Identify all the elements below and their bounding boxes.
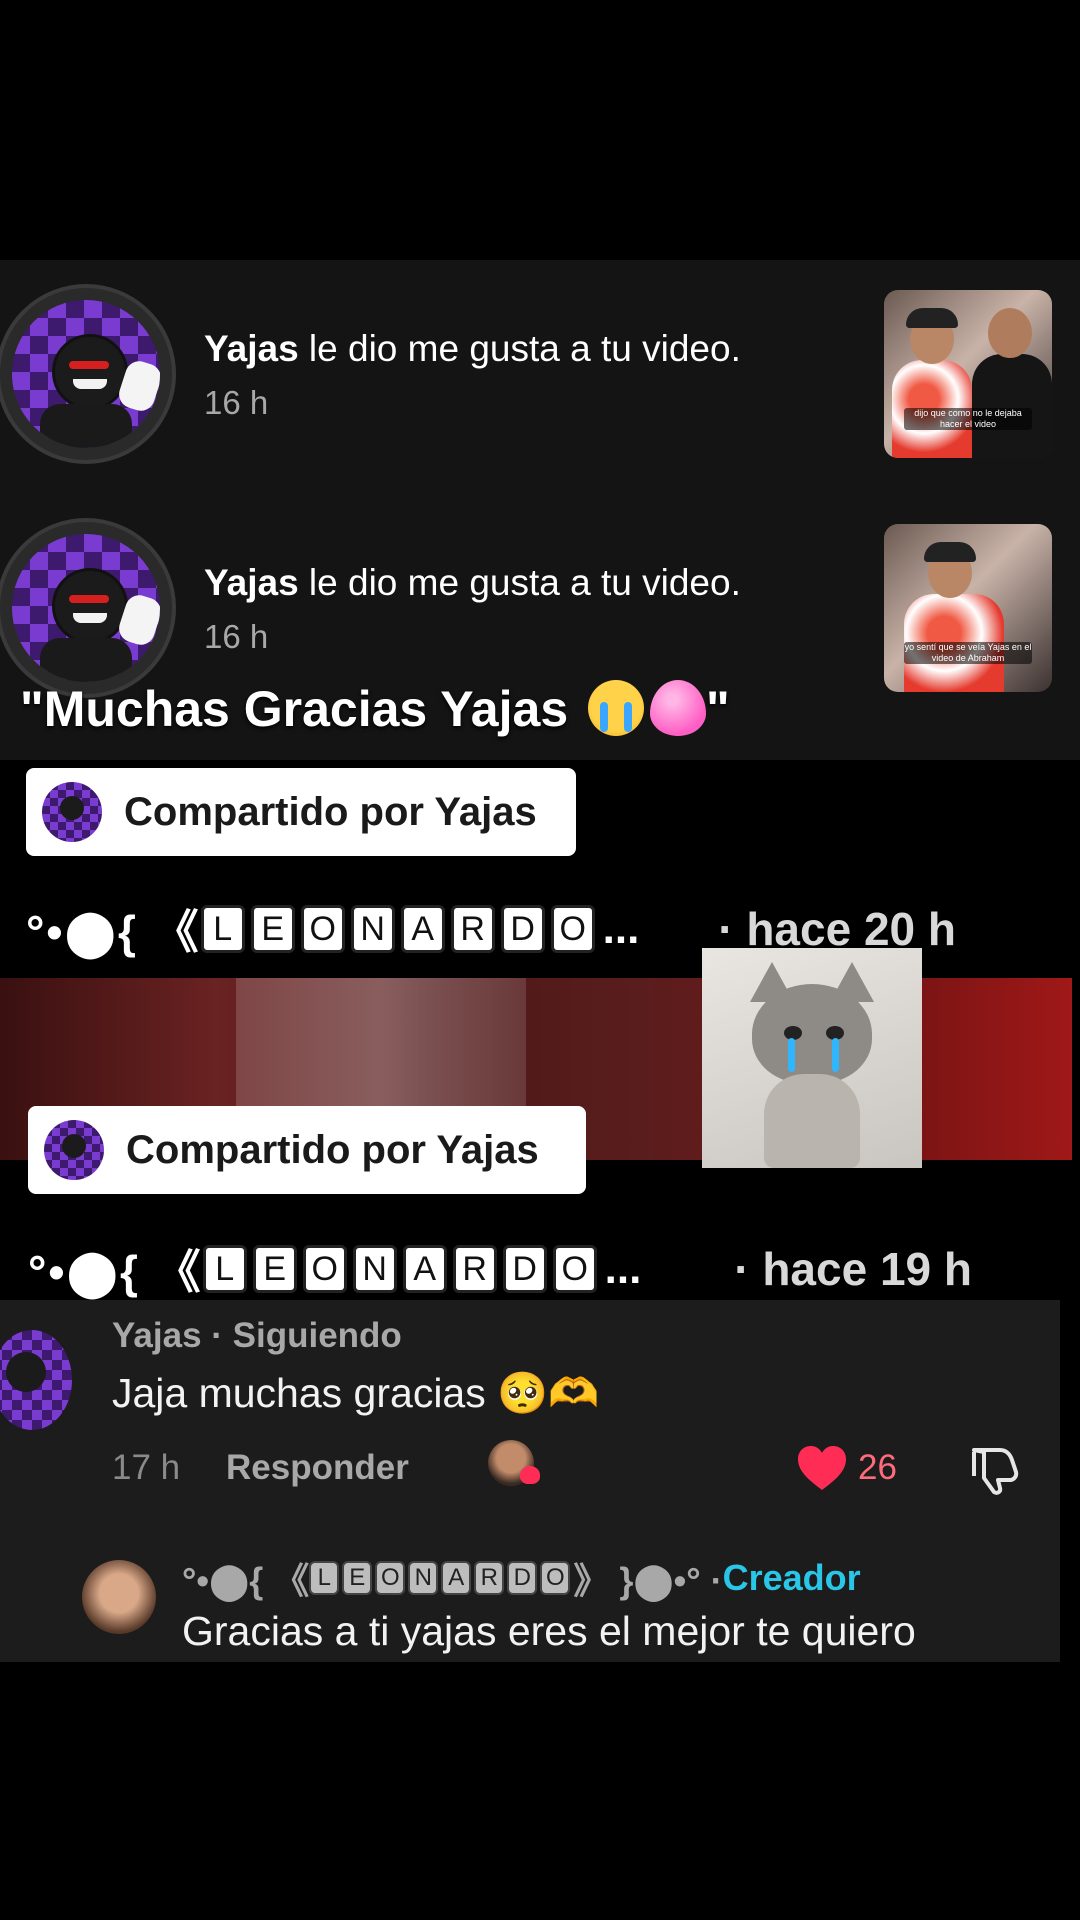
notification-user: Yajas: [204, 562, 299, 603]
letter-box: N: [350, 905, 395, 953]
letter-box: O: [552, 1245, 597, 1293]
letter-box: L: [309, 1561, 340, 1595]
heart-icon[interactable]: [796, 1444, 848, 1492]
comment-text: Jaja muchas gracias 🥺🫶: [112, 1370, 600, 1416]
letter-box: E: [252, 1245, 297, 1293]
letter-box: N: [408, 1561, 439, 1595]
letter-box: L: [202, 1245, 247, 1293]
username-prefix: °•⬤{ 《: [182, 1560, 310, 1601]
letter-box: L: [200, 905, 245, 953]
shared-by-badge[interactable]: Compartido por Yajas: [26, 768, 576, 856]
letter-box: D: [500, 905, 545, 953]
avatar[interactable]: [82, 1560, 156, 1634]
username-prefix: °•⬤{ 《: [26, 906, 201, 958]
video-thumbnail[interactable]: yo sentí que se veía Yajas en el video d…: [884, 524, 1052, 692]
username-prefix: °•⬤{ 《: [28, 1246, 203, 1298]
letter-box: A: [400, 905, 445, 953]
timestamp: · hace 19 h: [734, 1243, 972, 1295]
caption-quote: ": [706, 681, 730, 737]
letter-box: E: [250, 905, 295, 953]
heart-badge-icon: [520, 1466, 540, 1484]
username-suffix: 》 }⬤•° ·: [573, 1560, 723, 1601]
letter-box: N: [352, 1245, 397, 1293]
reply-author[interactable]: °•⬤{ 《 L E O N A R D O 》 }⬤•° · Creador: [182, 1552, 861, 1604]
avatar[interactable]: [0, 284, 176, 464]
letter-box: R: [450, 905, 495, 953]
shared-by-badge[interactable]: Compartido por Yajas: [28, 1106, 586, 1194]
letter-box: D: [507, 1561, 538, 1595]
video-thumbnail[interactable]: dijo que como no le dejaba hacer el vide…: [884, 290, 1052, 458]
comment-time: 17 h: [112, 1448, 181, 1487]
letter-box: O: [550, 905, 595, 953]
like-count: 26: [858, 1448, 897, 1487]
letter-box: O: [540, 1561, 571, 1595]
crying-face-icon: [588, 680, 645, 736]
notification-row[interactable]: Yajas le dio me gusta a tu video. 16 h d…: [0, 284, 1080, 464]
thumbnail-caption: yo sentí que se veía Yajas en el video d…: [904, 642, 1032, 664]
letter-box: O: [302, 1245, 347, 1293]
notification-action: le dio me gusta a tu video.: [298, 562, 741, 603]
notification-action: le dio me gusta a tu video.: [298, 328, 741, 369]
letter-box: O: [300, 905, 345, 953]
notification-row[interactable]: Yajas le dio me gusta a tu video. 16 h y…: [0, 518, 1080, 698]
letter-box: R: [474, 1561, 505, 1595]
letter-box: D: [502, 1245, 547, 1293]
letter-box: O: [375, 1561, 406, 1595]
thumbnail-caption: dijo que como no le dejaba hacer el vide…: [904, 408, 1032, 430]
letter-box: E: [342, 1561, 373, 1595]
reply-text: Gracias a ti yajas eres el mejor te quie…: [182, 1608, 916, 1654]
avatar: [44, 1120, 104, 1180]
shared-by-label: Compartido por Yajas: [126, 1127, 539, 1172]
notification-text: Yajas le dio me gusta a tu video.: [204, 328, 741, 370]
crying-cat-sticker: [702, 948, 922, 1168]
notification-time: 16 h: [204, 384, 269, 421]
notification-user: Yajas: [204, 328, 299, 369]
reply-button[interactable]: Responder: [226, 1448, 409, 1488]
notification-text: Yajas le dio me gusta a tu video.: [204, 562, 741, 604]
dislike-icon[interactable]: [966, 1444, 1020, 1496]
letter-box: R: [452, 1245, 497, 1293]
shared-by-label: Compartido por Yajas: [124, 789, 537, 834]
username-ellipsis: ...: [602, 904, 640, 953]
username-ellipsis: ...: [604, 1244, 642, 1293]
username-line[interactable]: °•⬤{ 《 L E O N A R D O ... · hace 19 h: [28, 1236, 972, 1302]
pink-heart-icon: [650, 680, 707, 736]
notification-time: 16 h: [204, 618, 269, 655]
comment-author[interactable]: Yajas · Siguiendo: [112, 1316, 402, 1356]
creator-badge: Creador: [722, 1557, 861, 1598]
avatar[interactable]: [0, 518, 176, 698]
letter-box: A: [402, 1245, 447, 1293]
video-caption: "Muchas Gracias Yajas ": [20, 680, 730, 738]
avatar: [42, 782, 102, 842]
letter-box: A: [441, 1561, 472, 1595]
caption-text: "Muchas Gracias Yajas: [20, 681, 583, 737]
